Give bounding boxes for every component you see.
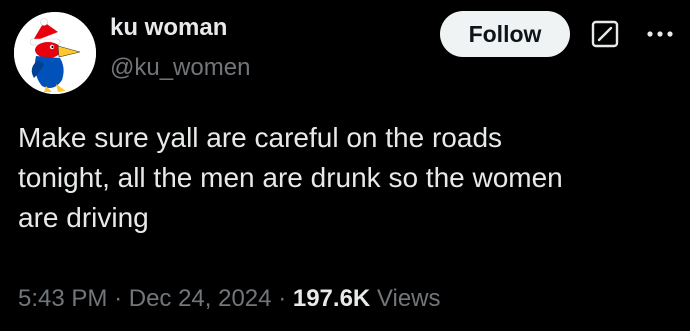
author-name[interactable]: ku woman (110, 14, 227, 42)
tweet-meta: 5:43 PM · Dec 24, 2024 · 197.6K Views (18, 285, 441, 313)
meta-separator: · (114, 285, 123, 312)
more-icon[interactable] (642, 22, 678, 46)
avatar[interactable] (14, 12, 96, 94)
grok-icon-graphic (591, 20, 619, 48)
tweet-date[interactable]: Dec 24, 2024 (129, 285, 272, 312)
jayhawk-avatar-image (14, 12, 96, 94)
views-count[interactable]: 197.6K (293, 285, 370, 312)
ellipsis-icon (647, 31, 673, 37)
author-handle[interactable]: @ku_women (110, 54, 250, 82)
follow-button[interactable]: Follow (440, 11, 570, 57)
grok-icon[interactable] (590, 19, 620, 49)
tweet-time[interactable]: 5:43 PM (18, 285, 107, 312)
meta-separator: · (278, 285, 287, 312)
tweet-text: Make sure yall are careful on the roads … (18, 122, 563, 233)
views-label: Views (376, 285, 441, 312)
